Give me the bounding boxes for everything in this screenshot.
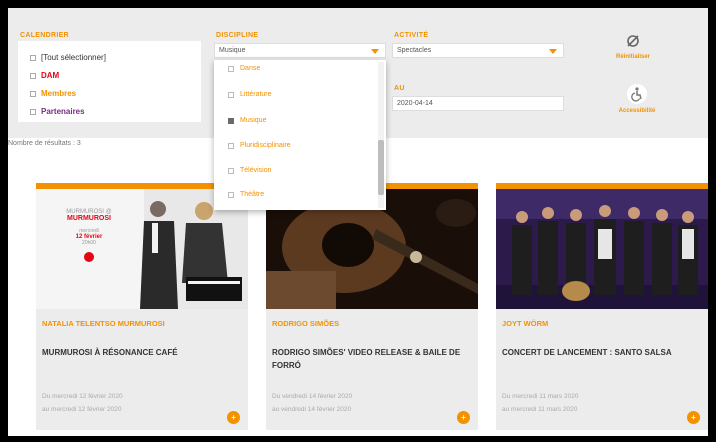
reset-button[interactable]: Réinitialiser [608, 34, 658, 60]
discipline-option-label: Danse [240, 65, 261, 72]
event-card[interactable]: RODRIGO SIMÕES RODRIGO SIMÕES' VIDEO REL… [266, 183, 478, 430]
poster-line: MURMUROSI [67, 215, 111, 222]
discipline-option[interactable]: Pluridisciplinaire [228, 142, 291, 149]
card-artist: RODRIGO SIMÕES [272, 319, 340, 328]
chevron-down-icon [371, 49, 379, 54]
add-button[interactable]: + [457, 411, 470, 424]
poster-text: MURMUROSI @ MURMUROSI mercredi 12 févrie… [46, 209, 132, 262]
card-title[interactable]: CONCERT DE LANCEMENT : SANTO SALSA [502, 346, 700, 359]
checkbox[interactable] [228, 91, 234, 98]
discipline-option[interactable]: Danse [228, 65, 260, 72]
calendar-item-membres[interactable]: Membres [30, 89, 76, 98]
card-title[interactable]: MURMUROSI À RÉSONANCE CAFÉ [42, 346, 240, 359]
checkbox[interactable] [30, 54, 36, 61]
event-card[interactable]: MURMUROSI @ MURMUROSI mercredi 12 févrie… [36, 183, 248, 430]
discipline-label: DISCIPLINE [216, 32, 259, 39]
photo-image [496, 189, 708, 309]
accessibility-button[interactable]: Accessibilité [604, 84, 670, 114]
results-count: Nombre de résultats : 3 [8, 140, 81, 147]
calendar-item-label: Membres [41, 89, 77, 98]
checkbox[interactable] [30, 108, 36, 115]
activity-label: ACTIVITÉ [394, 32, 429, 39]
card-date-end: au vendredi 14 février 2020 [272, 406, 352, 413]
calendar-item-all[interactable]: [Tout sélectionner] [30, 53, 106, 62]
discipline-option-label: Littérature [240, 91, 272, 98]
calendar-item-label: DAM [41, 71, 60, 80]
discipline-option[interactable]: Télévision [228, 167, 272, 174]
discipline-selected: Musique [219, 47, 246, 54]
checkbox[interactable] [228, 65, 234, 72]
card-date-end: au mercredi 11 mars 2020 [502, 406, 578, 413]
discipline-option[interactable]: Littérature [228, 91, 272, 98]
calendar-item-partenaires[interactable]: Partenaires [30, 107, 85, 116]
accessibility-icon [627, 84, 647, 104]
discipline-dropdown: Danse Littérature Musique Pluridisciplin… [214, 60, 386, 210]
poster-logo [84, 252, 94, 262]
dropdown-scroll-thumb[interactable] [378, 140, 384, 195]
discipline-option-label: Musique [240, 117, 267, 124]
checkbox[interactable] [228, 191, 234, 198]
calendar-list: [Tout sélectionner] DAM Membres Partenai… [18, 41, 201, 122]
card-date-end: au mercredi 12 février 2020 [42, 406, 122, 413]
add-button[interactable]: + [227, 411, 240, 424]
discipline-option[interactable]: Musique [228, 117, 266, 124]
activity-select[interactable]: Spectacles [392, 43, 564, 58]
discipline-option-label: Télévision [240, 167, 272, 174]
chevron-down-icon [549, 49, 557, 54]
calendar-item-dam[interactable]: DAM [30, 71, 59, 80]
reset-icon [627, 35, 639, 47]
checkbox[interactable] [228, 142, 234, 149]
card-artist: JOYT WÖRM [502, 319, 549, 328]
checkbox[interactable] [30, 90, 36, 97]
card-date-start: Du mercredi 11 mars 2020 [502, 393, 579, 400]
discipline-option-label: Théâtre [240, 191, 265, 198]
calendar-item-label: Partenaires [41, 107, 85, 116]
checkbox[interactable] [30, 72, 36, 79]
card-artist: NATALIA TELENTSO MURMUROSI [42, 319, 165, 328]
discipline-option-label: Pluridisciplinaire [240, 142, 291, 149]
poster-line: 20h00 [82, 240, 96, 246]
accessibility-label: Accessibilité [618, 108, 656, 114]
card-title[interactable]: RODRIGO SIMÕES' VIDEO RELEASE & BAILE DE… [272, 346, 470, 372]
date-value: 2020-04-14 [397, 100, 433, 107]
event-image [496, 189, 708, 309]
reset-label: Réinitialiser [615, 54, 650, 60]
card-date-start: Du vendredi 14 février 2020 [272, 393, 353, 400]
date-field[interactable]: 2020-04-14 [392, 96, 564, 111]
add-button[interactable]: + [687, 411, 700, 424]
page: CALENDRIER [Tout sélectionner] DAM Membr… [8, 8, 708, 436]
calendar-label: CALENDRIER [20, 32, 69, 39]
activity-selected: Spectacles [397, 47, 432, 54]
card-date-start: Du mercredi 12 février 2020 [42, 393, 123, 400]
date-label: AU [394, 85, 405, 92]
calendar-item-label: [Tout sélectionner] [41, 53, 106, 62]
discipline-option[interactable]: Théâtre [228, 191, 264, 198]
checkbox[interactable] [228, 117, 234, 124]
discipline-select[interactable]: Musique [214, 43, 386, 58]
checkbox[interactable] [228, 167, 234, 174]
event-card[interactable]: JOYT WÖRM CONCERT DE LANCEMENT : SANTO S… [496, 183, 708, 430]
